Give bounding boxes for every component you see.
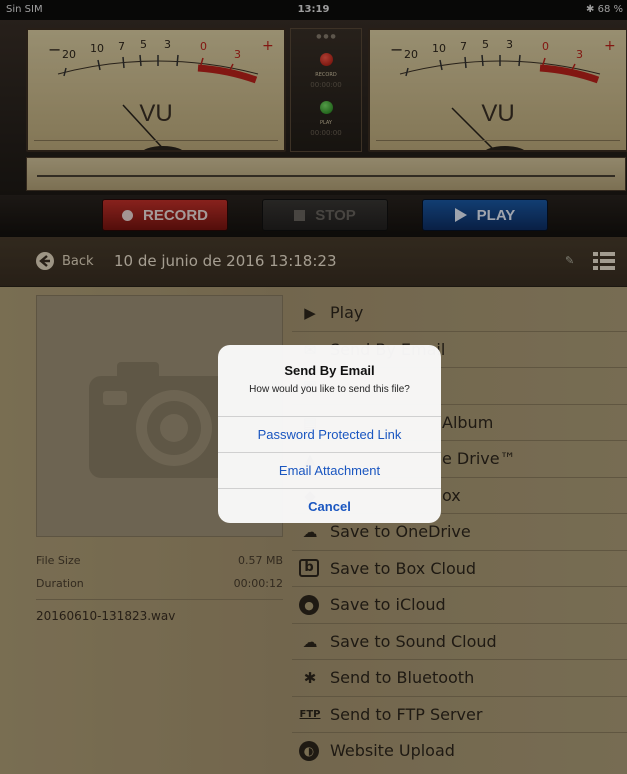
alert-title: Send By Email bbox=[284, 363, 375, 378]
send-email-alert: Send By Email How would you like to send… bbox=[218, 345, 441, 523]
cancel-button[interactable]: Cancel bbox=[218, 488, 441, 523]
app-screen: Sin SIM 13:19 ✱ 68 % − 20 10 7 5 3 0 3 +… bbox=[0, 0, 627, 774]
password-link-button[interactable]: Password Protected Link bbox=[218, 416, 441, 452]
alert-message: How would you like to send this file? bbox=[249, 384, 410, 395]
email-attachment-button[interactable]: Email Attachment bbox=[218, 452, 441, 488]
